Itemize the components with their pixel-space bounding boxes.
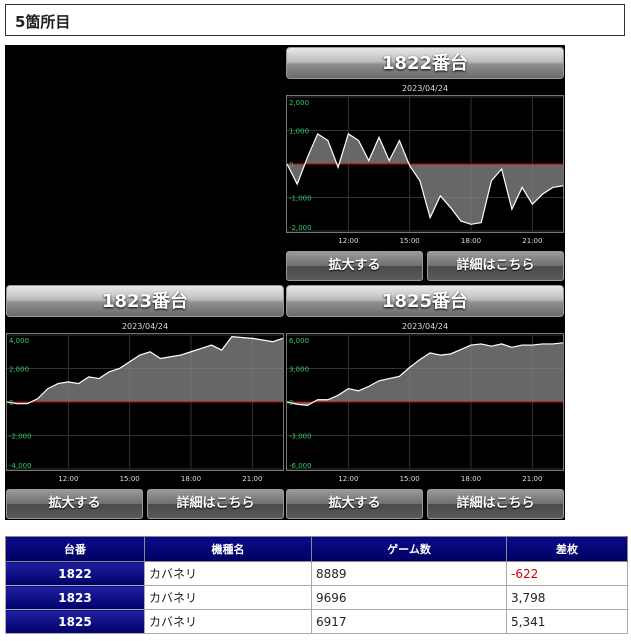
x-tick-label: 12:00 xyxy=(58,475,78,483)
game-count: 8889 xyxy=(311,561,507,586)
zoom-button[interactable]: 拡大する xyxy=(6,489,143,519)
chart-1822: 2,000 1,000 0 -1,000 -2,000 12:00 15:00 18:00 21… xyxy=(286,95,564,245)
table-row: 1825 カバネリ 6917 5,341 xyxy=(5,609,628,634)
x-tick-label: 21:00 xyxy=(242,475,262,483)
x-tick-label: 12:00 xyxy=(338,237,358,245)
x-tick-label: 15:00 xyxy=(120,475,140,483)
game-count: 6917 xyxy=(311,609,507,634)
panel-title: 1825番台 xyxy=(286,285,564,317)
model-name: カバネリ xyxy=(144,609,312,634)
model-name: カバネリ xyxy=(144,561,312,586)
y-tick-label: 2,000 xyxy=(289,99,309,107)
x-tick-label: 12:00 xyxy=(338,475,358,483)
graphs-area: 1822番台 2023/04/24 2,000 1,000 0 -1,000 -2,00… xyxy=(5,45,565,520)
x-tick-label: 15:00 xyxy=(400,475,420,483)
x-tick-label: 21:00 xyxy=(522,237,542,245)
zoom-button[interactable]: 拡大する xyxy=(286,251,423,281)
y-tick-label: -2,000 xyxy=(9,433,32,441)
machine-data-table: 台番 機種名 ゲーム数 差枚 1822 カバネリ 8889 -622 1823 … xyxy=(5,536,628,634)
y-tick-label: 4,000 xyxy=(9,337,29,345)
machine-number[interactable]: 1822 xyxy=(5,561,145,586)
details-button[interactable]: 詳細はこちら xyxy=(427,489,564,519)
y-tick-label: -3,000 xyxy=(289,433,312,441)
col-header-diff: 差枚 xyxy=(506,536,628,562)
coin-diff: 3,798 xyxy=(506,585,628,610)
y-tick-label: -1,000 xyxy=(289,195,312,203)
details-button[interactable]: 詳細はこちら xyxy=(147,489,284,519)
panel-date: 2023/04/24 xyxy=(401,322,449,331)
col-header-model: 機種名 xyxy=(144,536,312,562)
y-tick-label: -6,000 xyxy=(289,462,312,470)
panel-date: 2023/04/24 xyxy=(121,322,169,331)
chart-1823: 4,000 2,000 0 -2,000 -4,000 12:00 15:00 18:00 21… xyxy=(6,333,284,483)
section-title: 5箇所目 xyxy=(15,13,71,31)
coin-diff: 5,341 xyxy=(506,609,628,634)
panel-date: 2023/04/24 xyxy=(401,84,449,93)
x-tick-label: 18:00 xyxy=(181,475,201,483)
col-header-games: ゲーム数 xyxy=(311,536,507,562)
table-row: 1822 カバネリ 8889 -622 xyxy=(5,561,628,586)
machine-number[interactable]: 1823 xyxy=(5,585,145,610)
panel-title: 1823番台 xyxy=(6,285,284,317)
y-tick-label: -4,000 xyxy=(9,462,32,470)
col-header-number: 台番 xyxy=(5,536,145,562)
x-tick-label: 18:00 xyxy=(461,475,481,483)
y-tick-label: 0 xyxy=(289,161,293,169)
section-header: 5箇所目 xyxy=(5,4,625,36)
game-count: 9696 xyxy=(311,585,507,610)
panel-title: 1822番台 xyxy=(286,47,564,79)
coin-diff: -622 xyxy=(506,561,628,586)
chart-1825: 6,000 3,000 0 -3,000 -6,000 12:00 15:00 18:00 21… xyxy=(286,333,564,483)
y-tick-label: 2,000 xyxy=(9,366,29,374)
table-row: 1823 カバネリ 9696 3,798 xyxy=(5,585,628,610)
y-tick-label: 0 xyxy=(9,399,13,407)
y-tick-label: 6,000 xyxy=(289,337,309,345)
y-tick-label: -2,000 xyxy=(289,224,312,232)
x-tick-label: 15:00 xyxy=(400,237,420,245)
details-button[interactable]: 詳細はこちら xyxy=(427,251,564,281)
y-tick-label: 0 xyxy=(289,399,293,407)
y-tick-label: 1,000 xyxy=(289,128,309,136)
y-tick-label: 3,000 xyxy=(289,366,309,374)
x-tick-label: 21:00 xyxy=(522,475,542,483)
table-header-row: 台番 機種名 ゲーム数 差枚 xyxy=(5,536,628,562)
model-name: カバネリ xyxy=(144,585,312,610)
x-tick-label: 18:00 xyxy=(461,237,481,245)
machine-number[interactable]: 1825 xyxy=(5,609,145,634)
zoom-button[interactable]: 拡大する xyxy=(286,489,423,519)
